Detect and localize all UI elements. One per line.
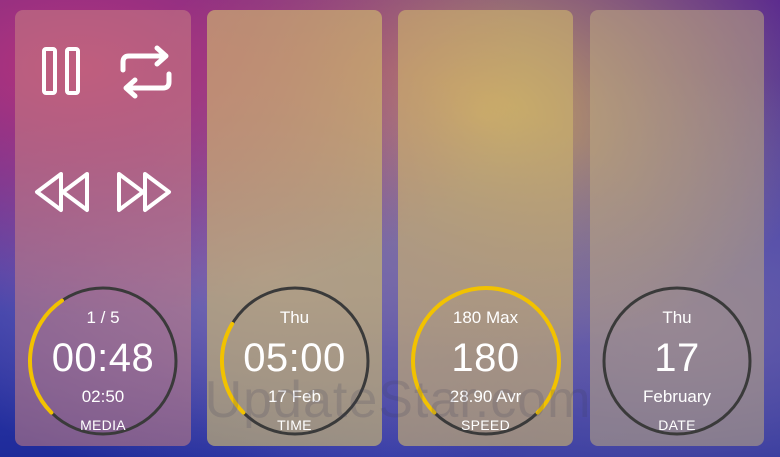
speed-label: SPEED [461,417,510,433]
speed-dial: 180 Max 180 28.90 Avr SPEED [409,284,563,438]
pause-button[interactable] [41,46,81,96]
date-day: Thu [662,308,692,327]
date-number: 17 [654,336,700,380]
time-date: 17 Feb [268,387,321,406]
time-day: Thu [279,308,310,327]
fast-forward-button[interactable] [115,170,177,214]
media-dial: 1 / 5 00:48 02:50 MEDIA [26,284,180,438]
repeat-button[interactable] [117,42,175,102]
media-panel: 1 / 5 00:48 02:50 MEDIA [15,10,191,446]
rewind-button[interactable] [33,170,93,214]
date-month: February [642,387,712,406]
track-counter: 1 / 5 [86,308,120,327]
speed-max: 180 Max [452,308,519,327]
rewind-icon [35,172,89,212]
time-label: TIME [277,417,312,433]
date-panel: Thu 17 February DATE [590,10,764,446]
date-label: DATE [658,417,696,433]
fast-forward-icon [117,172,171,212]
pause-icon [42,47,80,95]
date-dial: Thu 17 February DATE [600,284,754,438]
clock-display: 05:00 [243,336,346,380]
time-panel: Thu 05:00 17 Feb TIME [207,10,382,446]
speed-average: 28.90 Avr [449,387,522,406]
track-duration: 02:50 [81,387,125,406]
repeat-icon [120,45,172,99]
elapsed-time: 00:48 [51,336,155,380]
speed-panel: 180 Max 180 28.90 Avr SPEED [398,10,573,446]
time-dial: Thu 05:00 17 Feb TIME [218,284,372,438]
speed-value: 180 [451,336,520,380]
media-label: MEDIA [80,417,126,433]
